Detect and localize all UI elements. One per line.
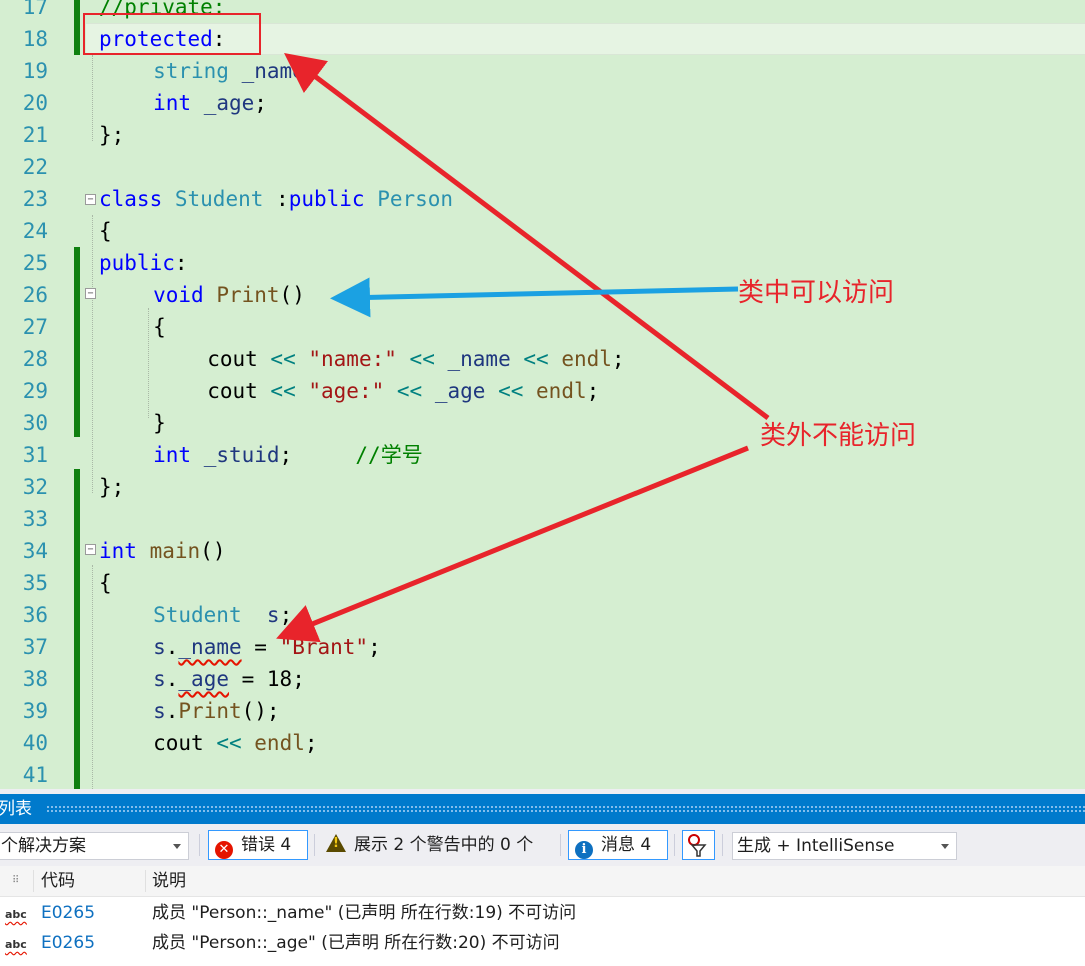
build-source-value: 生成 + IntelliSense [737, 836, 895, 856]
error-list-title: 列表 [0, 799, 32, 819]
title-grip [46, 805, 1085, 812]
intellisense-error-icon: abc [5, 938, 27, 951]
error-icon: ✕ [215, 841, 233, 859]
arrow-to-print [330, 277, 739, 318]
toolbar-separator [199, 834, 200, 856]
warnings-filter-button[interactable]: ! 展示 2 个警告中的 0 个 [320, 830, 533, 860]
build-source-combo[interactable]: 生成 + IntelliSense [732, 832, 957, 860]
inside-access-label: 类中可以访问 [738, 278, 895, 308]
column-separator[interactable] [145, 870, 146, 892]
error-list-toolbar: 个解决方案 ✕ 错误 4 ! 展示 2 个警告中的 0 个 i 消息 4 生成 + I… [0, 826, 1085, 866]
messages-filter-button[interactable]: i 消息 4 [568, 830, 668, 860]
toolbar-separator [674, 834, 675, 856]
error-description: 成员 "Person::_name" (已声明 所在行数:19) 不可访问 [152, 903, 577, 923]
outside-access-label: 类外不能访问 [760, 421, 917, 451]
column-header-description[interactable]: 说明 [152, 866, 186, 896]
scope-combo-value: 个解决方案 [1, 836, 86, 856]
table-row[interactable]: abc E0265 成员 "Person::_age" (已声明 所在行数:20… [0, 928, 1085, 958]
info-icon: i [575, 841, 593, 859]
toolbar-separator [560, 834, 561, 856]
messages-filter-label: 消息 4 [601, 835, 652, 855]
chevron-down-icon [173, 844, 181, 849]
grid-header: ⠿ 代码 说明 [0, 866, 1085, 897]
code-editor[interactable]: 17//private:18protected:19string _name;2… [0, 0, 1085, 789]
toolbar-separator [314, 834, 315, 856]
error-list-panel: 列表 个解决方案 ✕ 错误 4 ! 展示 2 个警告中的 0 个 i 消息 4 生成 [0, 789, 1085, 966]
error-list-title-bar[interactable]: 列表 [0, 794, 1085, 824]
column-header-code[interactable]: 代码 [41, 866, 75, 896]
scope-combo[interactable]: 个解决方案 [0, 832, 189, 860]
arrow-to-name-access [276, 445, 749, 643]
warnings-filter-label: 展示 2 个警告中的 0 个 [354, 835, 534, 855]
column-separator[interactable] [33, 870, 34, 892]
error-code-link[interactable]: E0265 [41, 898, 95, 928]
errors-filter-label: 错误 4 [241, 835, 292, 855]
warning-icon: ! [326, 834, 346, 852]
chevron-down-icon [941, 844, 949, 849]
column-options-icon[interactable]: ⠿ [12, 866, 20, 896]
toolbar-separator [722, 834, 723, 856]
arrow-to-protected [284, 52, 770, 420]
filter-button[interactable] [682, 830, 715, 860]
error-code-link[interactable]: E0265 [41, 928, 95, 958]
table-row[interactable]: abc E0265 成员 "Person::_name" (已声明 所在行数:1… [0, 898, 1085, 928]
error-description: 成员 "Person::_age" (已声明 所在行数:20) 不可访问 [152, 933, 560, 953]
intellisense-error-icon: abc [5, 908, 27, 921]
errors-filter-button[interactable]: ✕ 错误 4 [208, 830, 308, 860]
filter-icon [688, 834, 707, 857]
error-grid: ⠿ 代码 说明 abc E0265 成员 "Person::_name" (已声… [0, 866, 1085, 966]
annotation-arrows [276, 52, 770, 643]
